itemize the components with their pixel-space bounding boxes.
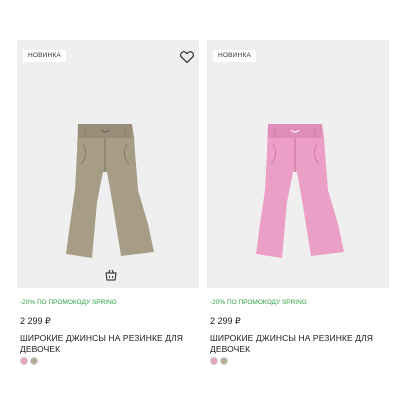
promo-text: -20% ПО ПРОМОКОДУ SPRING: [20, 299, 117, 306]
promo-text: -20% ПО ПРОМОКОДУ SPRING: [210, 299, 307, 306]
new-badge: НОВИНКА: [213, 50, 256, 62]
product-card[interactable]: НОВИНКА -20% ПО ПРОМОКОДУ SPRING 2 299 ₽…: [17, 40, 199, 365]
jeans-image: [66, 124, 154, 258]
color-swatch[interactable]: [20, 357, 28, 365]
color-swatches: [20, 357, 38, 365]
jeans-image: [256, 124, 344, 258]
product-title[interactable]: ШИРОКИЕ ДЖИНСЫ НА РЕЗИНКЕ ДЛЯ ДЕВОЧЕК: [210, 333, 388, 355]
product-title[interactable]: ШИРОКИЕ ДЖИНСЫ НА РЕЗИНКЕ ДЛЯ ДЕВОЧЕК: [20, 333, 198, 355]
price: 2 299 ₽: [20, 316, 51, 326]
product-card[interactable]: НОВИНКА -20% ПО ПРОМОКОДУ SPRING 2 299 ₽…: [207, 40, 389, 365]
color-swatch[interactable]: [220, 357, 228, 365]
basket-icon[interactable]: [104, 268, 118, 282]
product-photo[interactable]: НОВИНКА: [207, 40, 389, 288]
new-badge: НОВИНКА: [23, 50, 66, 62]
heart-icon[interactable]: [179, 49, 195, 65]
product-photo[interactable]: НОВИНКА: [17, 40, 199, 288]
price: 2 299 ₽: [210, 316, 241, 326]
color-swatch[interactable]: [30, 357, 38, 365]
product-grid: НОВИНКА -20% ПО ПРОМОКОДУ SPRING 2 299 ₽…: [17, 40, 389, 380]
color-swatches: [210, 357, 228, 365]
color-swatch[interactable]: [210, 357, 218, 365]
